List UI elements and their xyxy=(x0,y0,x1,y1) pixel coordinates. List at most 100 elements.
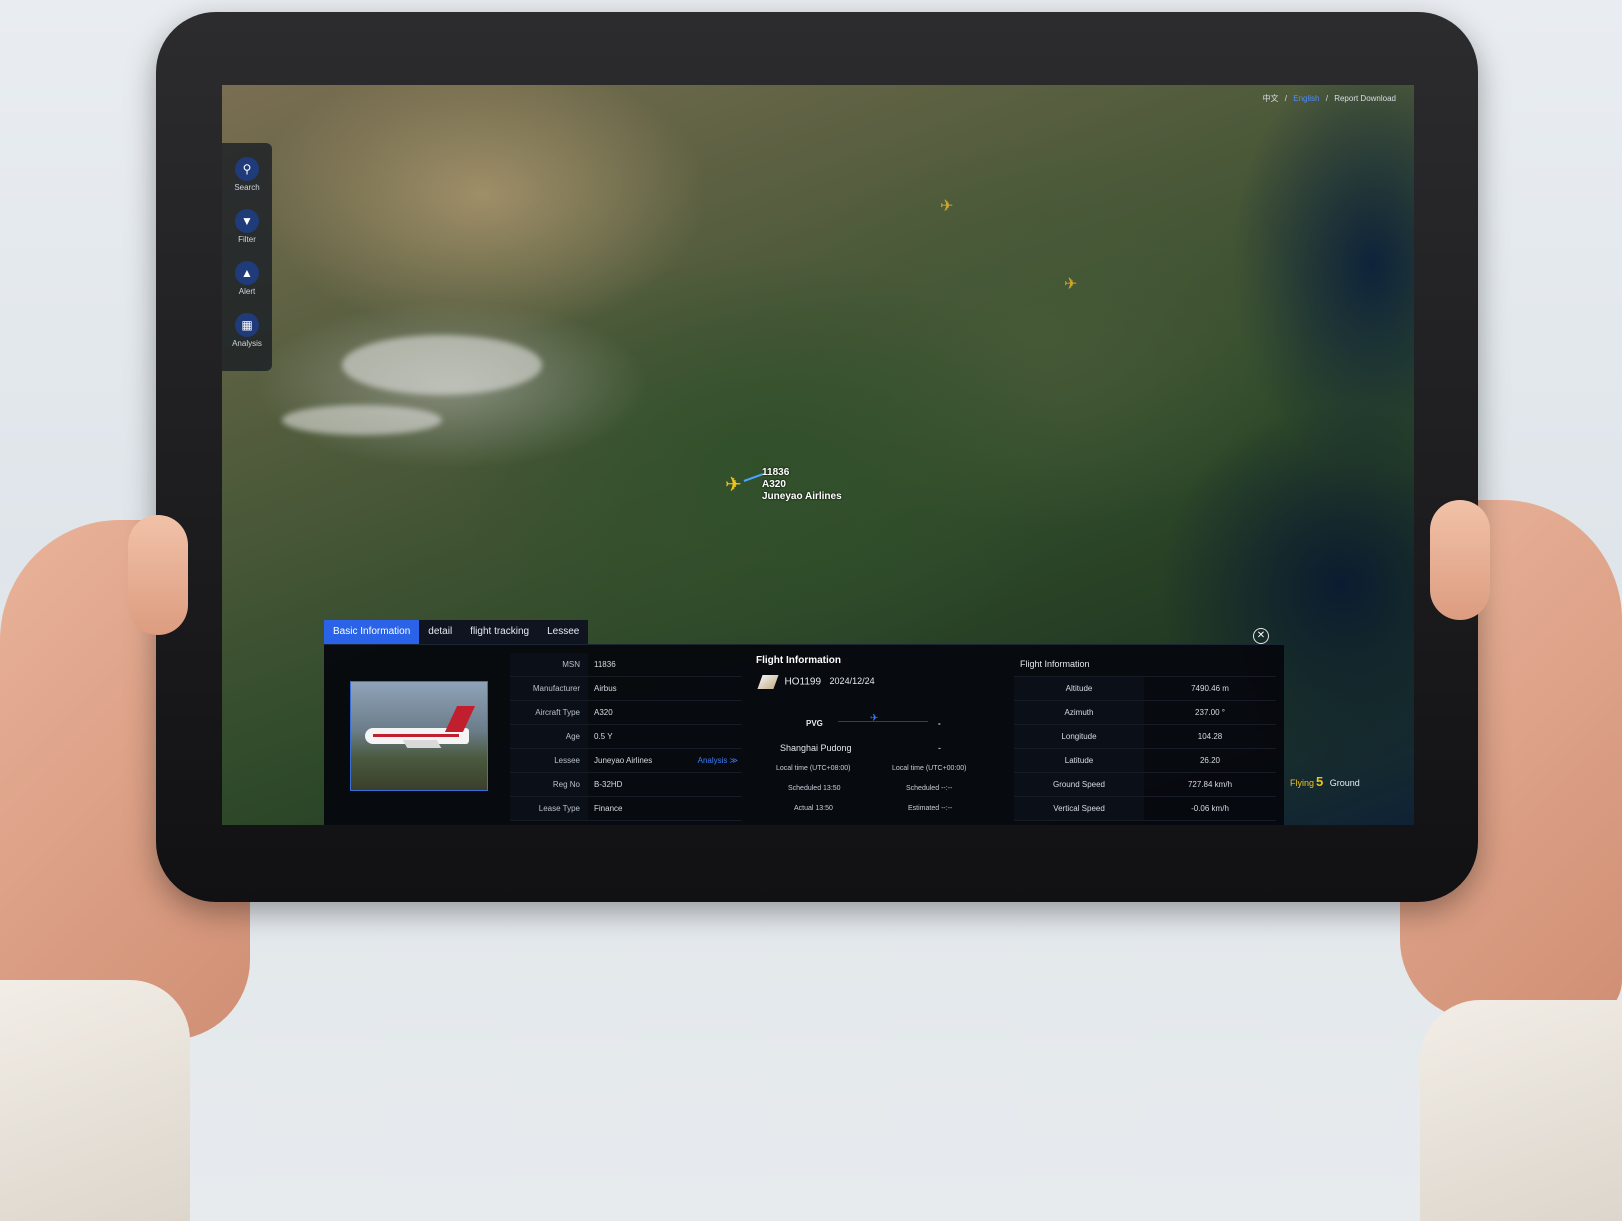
left-sleeve xyxy=(0,980,190,1221)
tab-flight-tracking[interactable]: flight tracking xyxy=(461,620,539,644)
sidebar-item-label: Filter xyxy=(238,235,256,244)
analysis-link[interactable]: Analysis ≫ xyxy=(698,749,738,772)
origin-airport: Shanghai Pudong xyxy=(780,743,852,753)
metric-value: -0.06 km/h xyxy=(1191,804,1229,813)
label-type: A320 xyxy=(762,479,786,490)
dest-local-time: Local time (UTC+00:00) xyxy=(892,765,967,772)
lang-separator: / xyxy=(1284,94,1287,103)
flight-info-box: Flight Information HO1199 2024/12/24 PVG… xyxy=(756,645,996,825)
tab-lessee[interactable]: Lessee xyxy=(538,620,589,644)
table-row: Latitude 26.20 xyxy=(1014,749,1276,773)
airline-logo-icon xyxy=(757,675,779,689)
report-download-link[interactable]: Report Download xyxy=(1334,94,1396,103)
row-value: Airbus xyxy=(594,684,617,693)
sidebar: ⚲ Search ▼ Filter ▲ Alert ▦ Analysis xyxy=(222,143,272,371)
metric-key: Altitude xyxy=(1014,677,1144,700)
tab-detail[interactable]: detail xyxy=(419,620,462,644)
right-thumb xyxy=(1430,500,1490,620)
alert-icon: ▲ xyxy=(235,261,259,285)
metric-key: Latitude xyxy=(1014,749,1144,772)
table-row: Longitude 104.28 xyxy=(1014,725,1276,749)
table-row: Ground Speed 727.84 km/h xyxy=(1014,773,1276,797)
metric-value: 26.20 xyxy=(1199,756,1221,765)
row-key: Manufacturer xyxy=(510,677,588,700)
aircraft-tail xyxy=(444,706,476,732)
origin-code: PVG xyxy=(806,719,823,728)
lang-separator: / xyxy=(1325,94,1328,103)
sidebar-item-label: Alert xyxy=(238,287,256,296)
row-value: Finance xyxy=(594,804,623,813)
flight-date: 2024/12/24 xyxy=(829,676,875,687)
metric-key: Vertical Speed xyxy=(1014,797,1144,820)
label-airline: Juneyao Airlines xyxy=(762,491,842,502)
aircraft-marker[interactable]: ✈ xyxy=(1064,275,1077,295)
selected-flight-label[interactable]: 11836 A320 Juneyao Airlines xyxy=(762,467,842,503)
ground-label: Ground xyxy=(1329,778,1360,788)
row-value: 11836 xyxy=(594,660,616,669)
metrics-title: Flight Information xyxy=(1014,653,1276,677)
flight-info-title: Flight Information xyxy=(756,655,841,666)
filter-icon: ▼ xyxy=(235,209,259,233)
row-value: 0.5 Y xyxy=(594,732,613,741)
sidebar-item-label: Search xyxy=(234,183,260,192)
metric-key: Azimuth xyxy=(1014,701,1144,724)
app-screen: 中文 / English / Report Download ⚲ Search … xyxy=(222,85,1414,825)
aircraft-photo xyxy=(350,681,488,791)
left-thumb xyxy=(128,515,188,635)
route-plane-icon: ✈ xyxy=(870,713,879,724)
sidebar-item-filter[interactable]: ▼ Filter xyxy=(222,209,272,244)
row-key: Lessee xyxy=(510,749,588,772)
flight-header: HO1199 2024/12/24 xyxy=(757,675,875,689)
close-panel-button[interactable]: ✕ xyxy=(1253,628,1269,644)
sidebar-item-analysis[interactable]: ▦ Analysis xyxy=(222,313,272,348)
flight-metrics-table: Flight Information Altitude 7490.46 m Az… xyxy=(1014,653,1276,821)
route-line xyxy=(838,721,928,722)
metric-value: 237.00 ° xyxy=(1195,708,1225,717)
lessee-value: Juneyao Airlines xyxy=(594,756,653,765)
flying-label: Flying xyxy=(1290,778,1315,788)
table-row: MSN 11836 xyxy=(510,653,742,677)
tab-basic-information[interactable]: Basic Information xyxy=(324,620,420,644)
table-row: Lease Type Finance xyxy=(510,797,742,821)
dest-airport: - xyxy=(938,743,941,753)
table-row: Age 0.5 Y xyxy=(510,725,742,749)
lang-en-link[interactable]: English xyxy=(1293,94,1319,103)
info-panel: MSN 11836 Manufacturer Airbus Aircraft T… xyxy=(324,644,1284,825)
lang-cn-link[interactable]: 中文 xyxy=(1263,94,1279,103)
origin-actual: Actual 13:50 xyxy=(794,805,833,812)
row-key: Reg No xyxy=(510,773,588,796)
selected-aircraft-marker[interactable]: ✈ xyxy=(725,475,742,495)
flight-number: HO1199 xyxy=(784,676,822,688)
sidebar-item-search[interactable]: ⚲ Search xyxy=(222,157,272,192)
right-sleeve xyxy=(1420,1000,1622,1221)
aircraft-livery xyxy=(373,734,459,737)
map-terrain xyxy=(282,405,442,435)
origin-local-time: Local time (UTC+08:00) xyxy=(776,765,851,772)
metric-value: 727.84 km/h xyxy=(1187,780,1233,789)
analysis-icon: ▦ xyxy=(235,313,259,337)
metric-key: Ground Speed xyxy=(1014,773,1144,796)
label-msn: 11836 xyxy=(762,467,790,478)
status-counter: Flying 5 Ground xyxy=(1290,774,1360,789)
table-row: Manufacturer Airbus xyxy=(510,677,742,701)
dest-code: - xyxy=(938,719,941,728)
search-icon: ⚲ xyxy=(235,157,259,181)
flying-count: 5 xyxy=(1316,774,1324,789)
row-key: Aircraft Type xyxy=(510,701,588,724)
table-row: Reg No B-32HD xyxy=(510,773,742,797)
row-value-lessee: Juneyao Airlines Analysis ≫ xyxy=(588,749,742,772)
sidebar-item-alert[interactable]: ▲ Alert xyxy=(222,261,272,296)
table-row: Vertical Speed -0.06 km/h xyxy=(1014,797,1276,821)
row-value: A320 xyxy=(594,708,613,717)
aircraft-marker[interactable]: ✈ xyxy=(940,197,953,217)
origin-scheduled: Scheduled 13:50 xyxy=(788,785,841,792)
sidebar-item-label: Analysis xyxy=(232,339,262,348)
row-key: Lease Type xyxy=(510,797,588,820)
dest-estimated: Estimated --:-- xyxy=(908,805,953,812)
table-row: Lessee Juneyao Airlines Analysis ≫ xyxy=(510,749,742,773)
map-terrain xyxy=(342,335,542,395)
metric-key: Longitude xyxy=(1014,725,1144,748)
row-value: B-32HD xyxy=(594,780,623,789)
dest-scheduled: Scheduled --:-- xyxy=(906,785,953,792)
table-row: Altitude 7490.46 m xyxy=(1014,677,1276,701)
